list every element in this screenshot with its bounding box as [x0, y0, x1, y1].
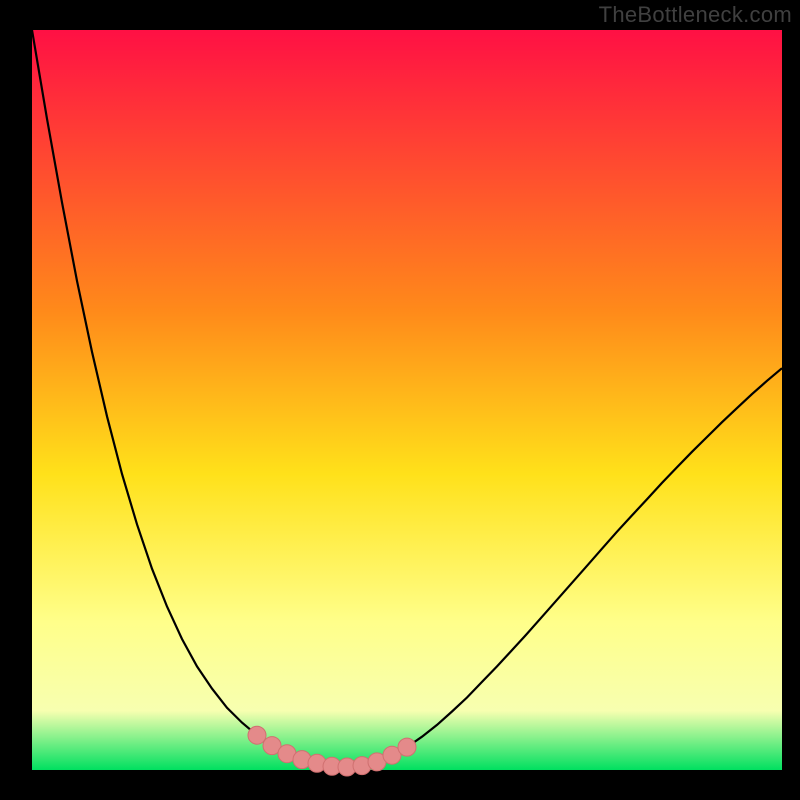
valley-marker	[248, 726, 266, 744]
watermark-text: TheBottleneck.com	[599, 2, 792, 28]
chart-container: { "watermark": "TheBottleneck.com", "col…	[0, 0, 800, 800]
bottleneck-chart	[0, 0, 800, 800]
valley-marker	[398, 738, 416, 756]
plot-area	[32, 30, 782, 770]
